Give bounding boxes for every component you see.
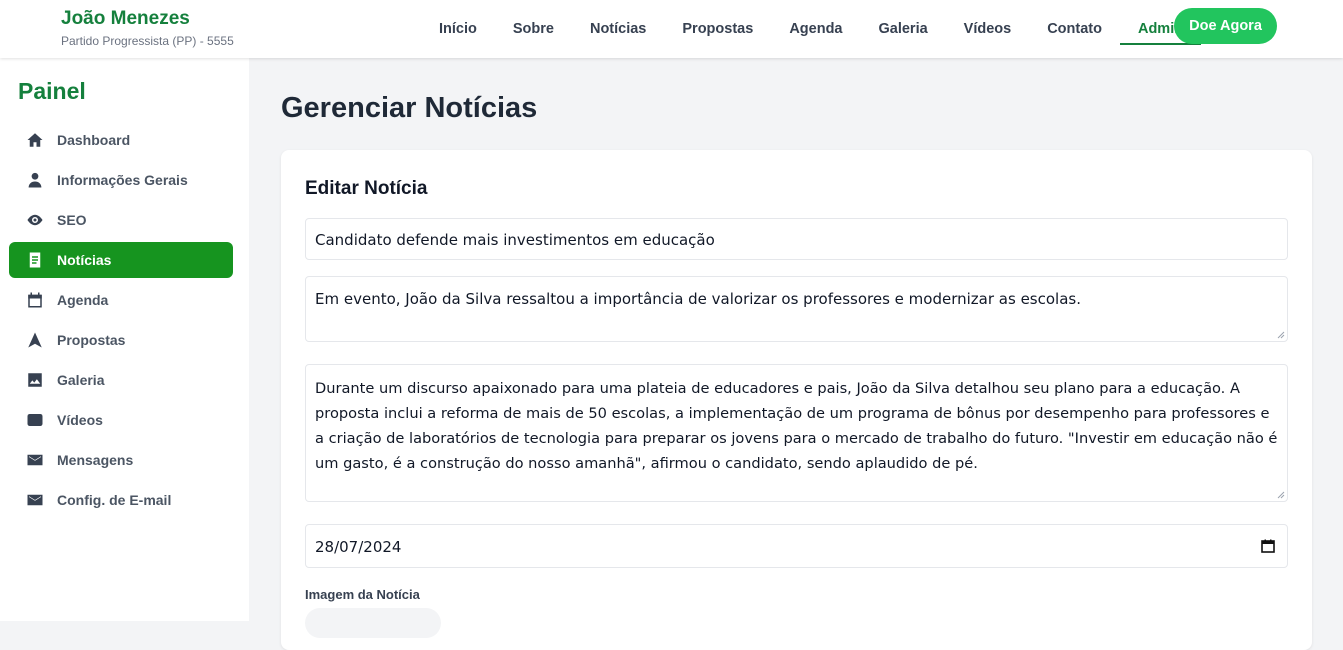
sidebar-item-galeria[interactable]: Galeria	[9, 362, 233, 398]
sidebar-item-label: SEO	[57, 212, 87, 228]
sidebar-item-noticias[interactable]: Notícias	[9, 242, 233, 278]
edit-news-card: Editar Notícia Candidato defende mais in…	[281, 150, 1312, 650]
eye-icon	[25, 211, 45, 229]
calendar-icon	[25, 291, 45, 309]
candidate-name[interactable]: João Menezes	[61, 8, 234, 30]
page-title: Gerenciar Notícias	[281, 92, 538, 124]
donate-button[interactable]: Doe Agora	[1174, 8, 1277, 44]
home-icon	[25, 131, 45, 149]
image-icon	[25, 371, 45, 389]
sidebar-item-seo[interactable]: SEO	[9, 202, 233, 238]
resize-handle-icon[interactable]	[1277, 331, 1285, 339]
resize-handle-icon[interactable]	[1277, 491, 1285, 499]
sidebar-item-agenda[interactable]: Agenda	[9, 282, 233, 318]
sidebar-item-propostas[interactable]: Propostas	[9, 322, 233, 358]
user-icon	[25, 171, 45, 189]
calendar-picker-icon[interactable]	[1261, 539, 1275, 553]
form-title: Editar Notícia	[305, 178, 428, 199]
sidebar-item-mensagens[interactable]: Mensagens	[9, 442, 233, 478]
sidebar-item-label: Galeria	[57, 372, 105, 388]
sidebar-item-config-email[interactable]: Config. de E-mail	[9, 482, 233, 518]
nav-videos[interactable]: Vídeos	[946, 0, 1030, 58]
nav-noticias[interactable]: Notícias	[572, 0, 664, 58]
nav-contato[interactable]: Contato	[1029, 0, 1120, 58]
sidebar-item-videos[interactable]: Vídeos	[9, 402, 233, 438]
nav-sobre[interactable]: Sobre	[495, 0, 572, 58]
image-label: Imagem da Notícia	[305, 587, 420, 602]
sidebar-menu: Dashboard Informações Gerais SEO Notícia…	[9, 122, 233, 522]
body-textarea[interactable]: Durante um discurso apaixonado para uma …	[305, 364, 1288, 502]
date-value: 28/07/2024	[315, 538, 402, 556]
main-nav: Início Sobre Notícias Propostas Agenda G…	[421, 0, 1202, 58]
nav-galeria[interactable]: Galeria	[860, 0, 945, 58]
brand[interactable]: João Menezes Partido Progressista (PP) -…	[61, 8, 234, 48]
sidebar-item-label: Vídeos	[57, 412, 103, 428]
body-text: Durante um discurso apaixonado para uma …	[315, 380, 1278, 472]
top-header: João Menezes Partido Progressista (PP) -…	[0, 0, 1343, 58]
choose-image-button[interactable]	[305, 608, 441, 638]
date-input[interactable]: 28/07/2024	[305, 524, 1288, 568]
summary-textarea[interactable]: Em evento, João da Silva ressaltou a imp…	[305, 276, 1288, 342]
video-icon	[25, 411, 45, 429]
sidebar-item-dashboard[interactable]: Dashboard	[9, 122, 233, 158]
sidebar-item-label: Config. de E-mail	[57, 492, 172, 508]
nav-propostas[interactable]: Propostas	[664, 0, 771, 58]
sidebar-item-label: Mensagens	[57, 452, 134, 468]
sidebar-item-label: Notícias	[57, 252, 112, 268]
document-icon	[25, 251, 45, 269]
sidebar-item-label: Agenda	[57, 292, 109, 308]
party-label: Partido Progressista (PP) - 5555	[61, 34, 234, 48]
mail-icon	[25, 451, 45, 469]
sidebar-item-label: Propostas	[57, 332, 126, 348]
triangle-icon	[25, 331, 45, 349]
nav-agenda[interactable]: Agenda	[771, 0, 860, 58]
headline-input[interactable]: Candidato defende mais investimentos em …	[305, 218, 1288, 260]
admin-sidebar: Painel Dashboard Informações Gerais SEO …	[0, 58, 249, 621]
nav-inicio[interactable]: Início	[421, 0, 495, 58]
sidebar-item-label: Dashboard	[57, 132, 131, 148]
mail-settings-icon	[25, 491, 45, 509]
sidebar-item-label: Informações Gerais	[57, 172, 188, 188]
summary-text: Em evento, João da Silva ressaltou a imp…	[315, 290, 1081, 308]
sidebar-item-informacoes[interactable]: Informações Gerais	[9, 162, 233, 198]
sidebar-title: Painel	[18, 78, 86, 104]
